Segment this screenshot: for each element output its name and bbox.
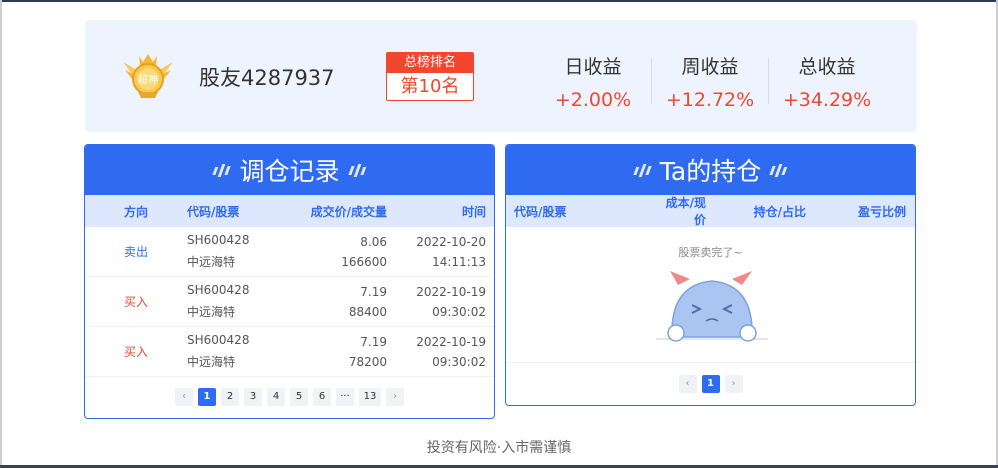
trade-price: 8.06 [360,234,387,249]
username: 股友4287937 [199,66,335,90]
holdings-title: Ta的持仓 [659,157,762,186]
profile-card: 超神 股友4287937 总榜排名 第10名 日收益 +2.00% 周收益 +1… [85,20,917,132]
stat-weekly: 周收益 +12.72% [655,52,765,111]
holdings-panel: Ta的持仓 代码/股票 成本/现价 持仓/占比 盈亏比例 股票卖完了~ ‹ 1 … [505,144,916,406]
column-cost-price: 成本/现价 [665,196,706,227]
stock-code: SH600428 [187,333,250,347]
page-button-2[interactable]: 2 [221,388,239,406]
holdings-empty-state: 股票卖完了~ [506,227,915,363]
trades-pagination: ‹ 1 2 3 4 5 6 ··· 13 › [85,377,494,417]
page-button-1[interactable]: 1 [198,388,216,406]
window-left-edge [0,0,2,468]
stat-label: 周收益 [681,56,739,78]
holdings-pagination: ‹ 1 › [506,363,915,405]
trade-price: 7.19 [360,334,387,349]
trade-clock: 09:30:02 [432,304,486,319]
rank-value: 第10名 [400,76,460,97]
trade-date: 2022-10-20 [416,234,486,249]
column-time: 时间 [461,204,486,219]
trades-panel: 调仓记录 方向 代码/股票 成交价/成交量 时间 卖出 SH600428 中远海… [84,144,495,419]
stock-name: 中远海特 [187,355,236,369]
stock-name: 中远海特 [187,305,236,319]
trade-clock: 14:11:13 [432,254,486,269]
next-page-button[interactable]: › [386,388,404,406]
page-button-4[interactable]: 4 [267,388,285,406]
trade-time: 2022-10-19 09:30:02 [387,335,486,369]
trade-stock: SH600428 中远海特 [187,233,297,270]
page-button-5[interactable]: 5 [290,388,308,406]
medal-icon: 超神 [119,48,177,100]
column-stock: 代码/股票 [187,204,240,219]
stock-name: 中远海特 [187,255,236,269]
slash-decoration-icon [769,163,789,177]
column-position: 持仓/占比 [753,204,806,219]
trade-time: 2022-10-19 09:30:02 [387,285,486,319]
trade-price: 7.19 [360,284,387,299]
trades-title: 调仓记录 [239,157,340,186]
rank-badge: 总榜排名 第10名 [386,52,474,101]
stat-daily: 日收益 +2.00% [538,52,648,111]
page-button-6[interactable]: 6 [313,388,331,406]
trade-stock: SH600428 中远海特 [187,283,297,320]
trade-price-volume: 7.19 88400 [297,285,387,319]
column-direction: 方向 [123,204,148,219]
window-top-edge [0,0,998,2]
stock-code: SH600428 [187,283,250,297]
table-row: 买入 SH600428 中远海特 7.19 88400 2022-10-19 0… [85,277,494,327]
trade-direction: 买入 [123,345,148,359]
stat-divider [768,58,769,104]
stat-label: 日收益 [564,56,622,78]
empty-mascot-icon [656,271,768,342]
trade-clock: 09:30:02 [432,354,486,369]
trade-date: 2022-10-19 [416,284,486,299]
stat-value: +34.29% [782,89,872,111]
trades-column-header: 方向 代码/股票 成交价/成交量 时间 [85,195,494,227]
trades-panel-header: 调仓记录 [85,145,494,195]
svg-text:超神: 超神 [138,73,158,86]
slash-decoration-icon [212,163,232,177]
page-button-last[interactable]: 13 [359,388,381,406]
column-price-volume: 成交价/成交量 [310,204,387,219]
slash-decoration-icon [632,163,652,177]
stat-value: +2.00% [554,89,632,111]
trade-time: 2022-10-20 14:11:13 [387,235,486,269]
stat-label: 总收益 [798,56,856,78]
trade-volume: 166600 [341,254,387,269]
slash-decoration-icon [347,163,367,177]
holdings-column-header: 代码/股票 成本/现价 持仓/占比 盈亏比例 [506,195,915,227]
trade-price-volume: 8.06 166600 [297,235,387,269]
table-row: 买入 SH600428 中远海特 7.19 78200 2022-10-19 0… [85,327,494,377]
trade-stock: SH600428 中远海特 [187,333,297,370]
stat-total: 总收益 +34.29% [772,52,882,111]
rank-label: 总榜排名 [387,53,473,73]
column-stock: 代码/股票 [514,204,567,219]
trade-direction: 买入 [123,295,148,309]
trade-direction: 卖出 [123,245,148,259]
stat-value: +12.72% [665,89,755,111]
prev-page-button[interactable]: ‹ [678,375,697,393]
trade-volume: 78200 [348,354,387,369]
stat-divider [651,58,652,104]
page-button-3[interactable]: 3 [244,388,262,406]
page-ellipsis-button[interactable]: ··· [336,388,354,406]
table-row: 卖出 SH600428 中远海特 8.06 166600 2022-10-20 … [85,227,494,277]
trade-volume: 88400 [348,304,387,319]
empty-message: 股票卖完了~ [678,246,743,259]
risk-disclaimer: 投资有风险·入市需谨慎 [426,440,572,456]
trade-price-volume: 7.19 78200 [297,335,387,369]
holdings-panel-header: Ta的持仓 [506,145,915,195]
trade-date: 2022-10-19 [416,334,486,349]
next-page-button[interactable]: › [724,375,743,393]
prev-page-button[interactable]: ‹ [175,388,193,406]
column-pnl: 盈亏比例 [857,204,906,219]
stock-code: SH600428 [187,233,250,247]
page-button-1[interactable]: 1 [701,375,720,393]
